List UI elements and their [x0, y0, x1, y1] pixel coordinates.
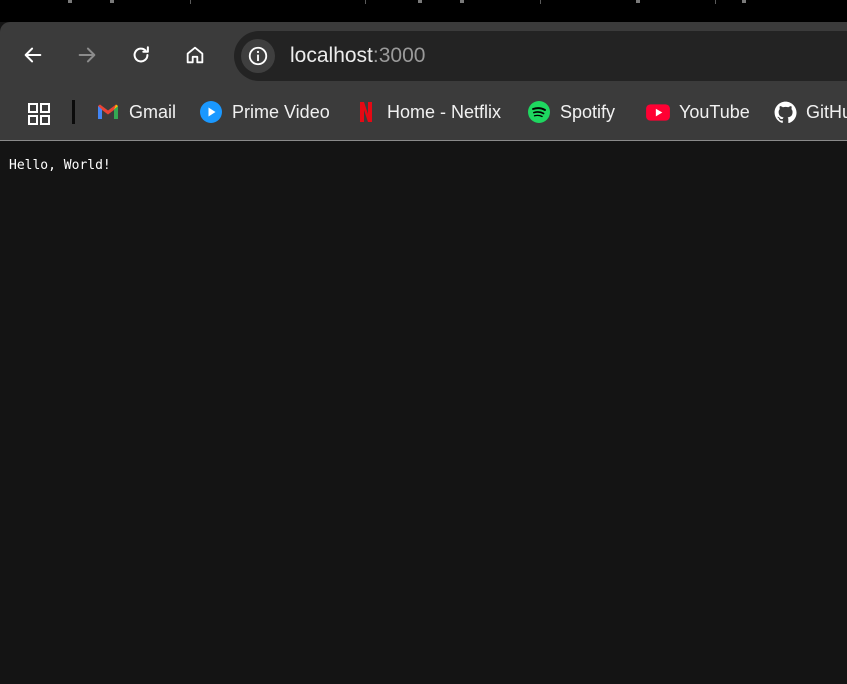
gmail-icon [95, 99, 121, 125]
tab-title-fragment[interactable] [460, 0, 464, 3]
url-host: localhost [290, 44, 373, 67]
page-content: Hello, World! [0, 142, 847, 684]
tab-divider [715, 0, 716, 4]
prime-video-icon [198, 99, 224, 125]
bookmark-label: GitHu [806, 101, 847, 122]
home-icon [186, 46, 204, 64]
bookmark-label: Home - Netflix [387, 101, 502, 122]
bookmark-youtube[interactable]: YouTube [645, 97, 750, 127]
reload-button[interactable] [125, 39, 157, 71]
bookmark-label: Spotify [560, 101, 616, 122]
info-icon [248, 46, 268, 66]
url-text[interactable]: localhost:3000 [290, 43, 425, 69]
tab-divider [190, 0, 191, 4]
bookmark-spotify[interactable]: Spotify [526, 97, 615, 127]
github-icon [772, 99, 798, 125]
browser-chrome: localhost:3000 Gmail Prime Video Home - … [0, 22, 847, 141]
bookmark-netflix[interactable]: Home - Netflix [353, 97, 501, 127]
arrow-right-icon [78, 47, 96, 63]
youtube-icon [645, 99, 671, 125]
bookmarks-separator [72, 100, 75, 124]
netflix-icon [353, 99, 379, 125]
page-text: Hello, World! [9, 158, 111, 173]
apps-grid-icon [28, 103, 50, 125]
home-button[interactable] [179, 39, 211, 71]
tab-title-fragment[interactable] [742, 0, 746, 3]
tab-divider [365, 0, 366, 4]
bookmark-gmail[interactable]: Gmail [95, 97, 176, 127]
bookmark-prime-video[interactable]: Prime Video [198, 97, 330, 127]
spotify-icon [526, 99, 552, 125]
reload-icon [133, 46, 149, 63]
address-bar[interactable]: localhost:3000 [234, 31, 847, 81]
tab-title-fragment[interactable] [110, 0, 114, 3]
tab-title-fragment[interactable] [68, 0, 72, 3]
tab-title-fragment[interactable] [418, 0, 422, 3]
arrow-left-icon [24, 47, 42, 63]
bookmark-github[interactable]: GitHu [772, 97, 847, 127]
back-button[interactable] [17, 39, 49, 71]
bookmark-label: Prime Video [232, 101, 330, 122]
url-port: :3000 [372, 44, 426, 67]
site-info-button[interactable] [241, 39, 275, 73]
bookmark-label: Gmail [129, 101, 177, 122]
tab-divider [540, 0, 541, 4]
apps-button[interactable] [24, 99, 54, 129]
tab-strip [0, 0, 847, 22]
tab-title-fragment[interactable] [636, 0, 640, 3]
navigation-toolbar: localhost:3000 [0, 22, 847, 88]
bookmarks-bar: Gmail Prime Video Home - Netflix Spotify… [0, 88, 847, 140]
forward-button[interactable] [71, 39, 103, 71]
bookmark-label: YouTube [679, 101, 750, 122]
toolbar-divider [0, 140, 847, 141]
